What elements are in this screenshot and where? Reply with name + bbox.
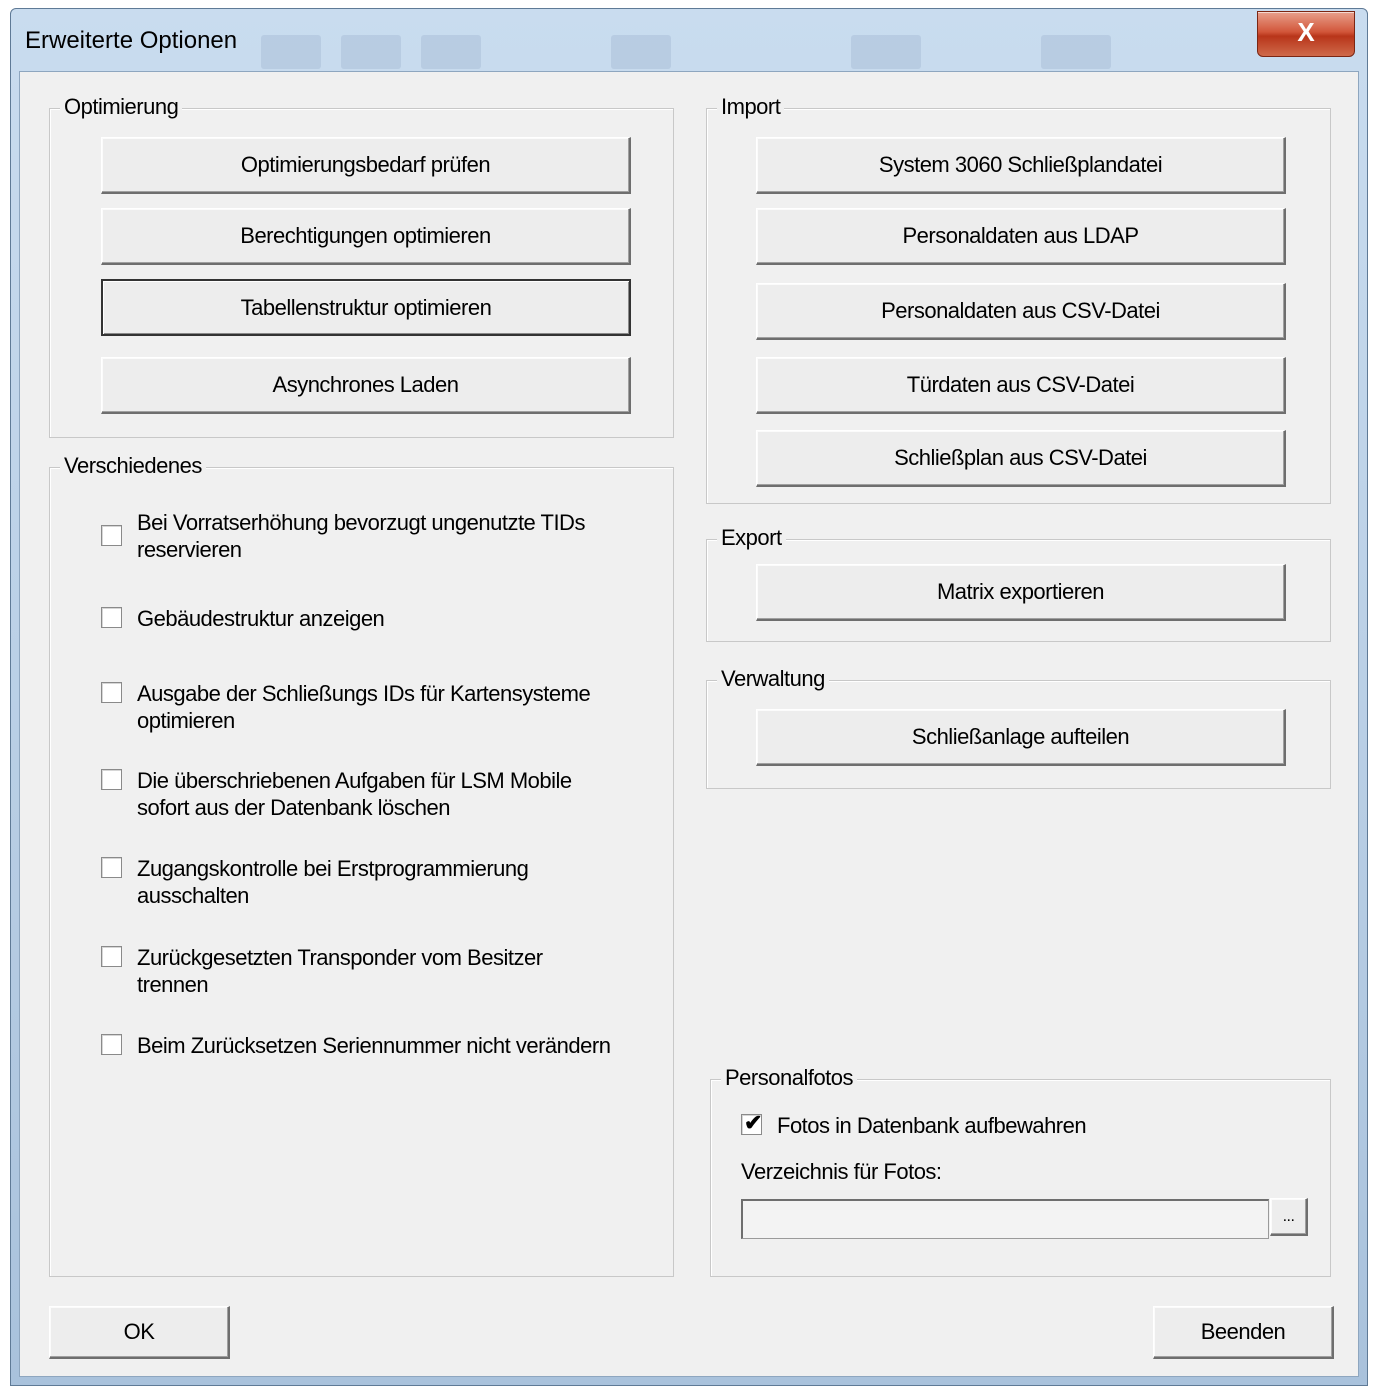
import-personal-csv-button[interactable]: Personaldaten aus CSV-Datei	[756, 283, 1286, 340]
group-title-verwaltung: Verwaltung	[717, 666, 829, 692]
import-system-3060-button[interactable]: System 3060 Schließplandatei	[756, 137, 1286, 194]
option-delete-lsm-mobile-tasks[interactable]: Die überschriebenen Aufgaben für LSM Mob…	[101, 767, 661, 823]
background-toolbar-ghost	[261, 35, 321, 69]
export-matrix-button[interactable]: Matrix exportieren	[756, 564, 1286, 621]
option-detach-reset-transponder[interactable]: Zurückgesetzten Transponder vom Besitzer…	[101, 944, 661, 1000]
option-optimize-card-ids[interactable]: Ausgabe der Schließungs IDs für Kartensy…	[101, 680, 661, 736]
close-icon: X	[1297, 17, 1315, 47]
async-loading-button[interactable]: Asynchrones Laden	[101, 357, 631, 414]
photo-directory-label: Verzeichnis für Fotos:	[741, 1159, 942, 1184]
option-store-photos-in-db[interactable]: ✔ Fotos in Datenbank aufbewahren	[741, 1110, 1301, 1142]
checkbox[interactable]	[101, 525, 122, 546]
checkbox[interactable]	[101, 769, 122, 790]
background-toolbar-ghost	[611, 35, 671, 69]
checkmark-icon: ✔	[744, 1110, 763, 1135]
check-optimization-button[interactable]: Optimierungsbedarf prüfen	[101, 137, 631, 194]
checkbox-label: Bei Vorratserhöhung bevorzugt ungenutzte…	[137, 510, 585, 562]
dialog-client-area: Optimierung Optimierungsbedarf prüfen Be…	[19, 71, 1359, 1377]
checkbox-label: Zurückgesetzten Transponder vom Besitzer…	[137, 945, 543, 997]
background-toolbar-ghost	[341, 35, 401, 69]
import-door-csv-button[interactable]: Türdaten aus CSV-Datei	[756, 357, 1286, 414]
group-title-verschiedenes: Verschiedenes	[60, 453, 206, 479]
group-title-import: Import	[717, 94, 785, 120]
group-title-personalfotos: Personalfotos	[721, 1065, 858, 1091]
optimize-permissions-button[interactable]: Berechtigungen optimieren	[101, 208, 631, 265]
checkbox-label: Zugangskontrolle bei Erstprogrammierung …	[137, 856, 529, 908]
checkbox[interactable]	[101, 857, 122, 878]
checkbox-checked[interactable]: ✔	[741, 1110, 762, 1135]
checkbox[interactable]	[101, 607, 122, 628]
background-toolbar-ghost	[851, 35, 921, 69]
checkbox-label: Ausgabe der Schließungs IDs für Kartensy…	[137, 681, 591, 733]
option-show-building-structure[interactable]: Gebäudestruktur anzeigen	[101, 605, 661, 635]
import-ldap-button[interactable]: Personaldaten aus LDAP	[756, 208, 1286, 265]
optimize-table-structure-button[interactable]: Tabellenstruktur optimieren	[101, 279, 631, 336]
title-bar[interactable]: Erweiterte Optionen X	[11, 9, 1367, 71]
checkbox[interactable]	[101, 1034, 122, 1055]
close-dialog-button[interactable]: Beenden	[1153, 1306, 1334, 1359]
checkbox[interactable]	[101, 946, 122, 967]
option-disable-access-control[interactable]: Zugangskontrolle bei Erstprogrammierung …	[101, 855, 661, 911]
ok-button[interactable]: OK	[49, 1306, 230, 1359]
checkbox[interactable]	[101, 682, 122, 703]
option-keep-serial-number[interactable]: Beim Zurücksetzen Seriennummer nicht ver…	[101, 1032, 661, 1062]
import-lockplan-csv-button[interactable]: Schließplan aus CSV-Datei	[756, 430, 1286, 487]
browse-directory-button[interactable]: ...	[1270, 1198, 1308, 1236]
checkbox-label: Beim Zurücksetzen Seriennummer nicht ver…	[137, 1033, 611, 1058]
window-title: Erweiterte Optionen	[25, 27, 238, 54]
option-reserve-unused-tids[interactable]: Bei Vorratserhöhung bevorzugt ungenutzte…	[101, 509, 661, 565]
group-title-optimierung: Optimierung	[60, 94, 183, 120]
checkbox-label: Fotos in Datenbank aufbewahren	[777, 1113, 1087, 1138]
dialog-window: Erweiterte Optionen X Optimierung Optimi…	[10, 8, 1368, 1386]
close-button[interactable]: X	[1257, 11, 1355, 57]
background-toolbar-ghost	[421, 35, 481, 69]
group-title-export: Export	[717, 525, 786, 551]
checkbox-label: Gebäudestruktur anzeigen	[137, 606, 385, 631]
background-toolbar-ghost	[1041, 35, 1111, 69]
photo-directory-field[interactable]	[741, 1199, 1269, 1239]
checkbox-label: Die überschriebenen Aufgaben für LSM Mob…	[137, 768, 572, 820]
split-locking-system-button[interactable]: Schließanlage aufteilen	[756, 709, 1286, 766]
